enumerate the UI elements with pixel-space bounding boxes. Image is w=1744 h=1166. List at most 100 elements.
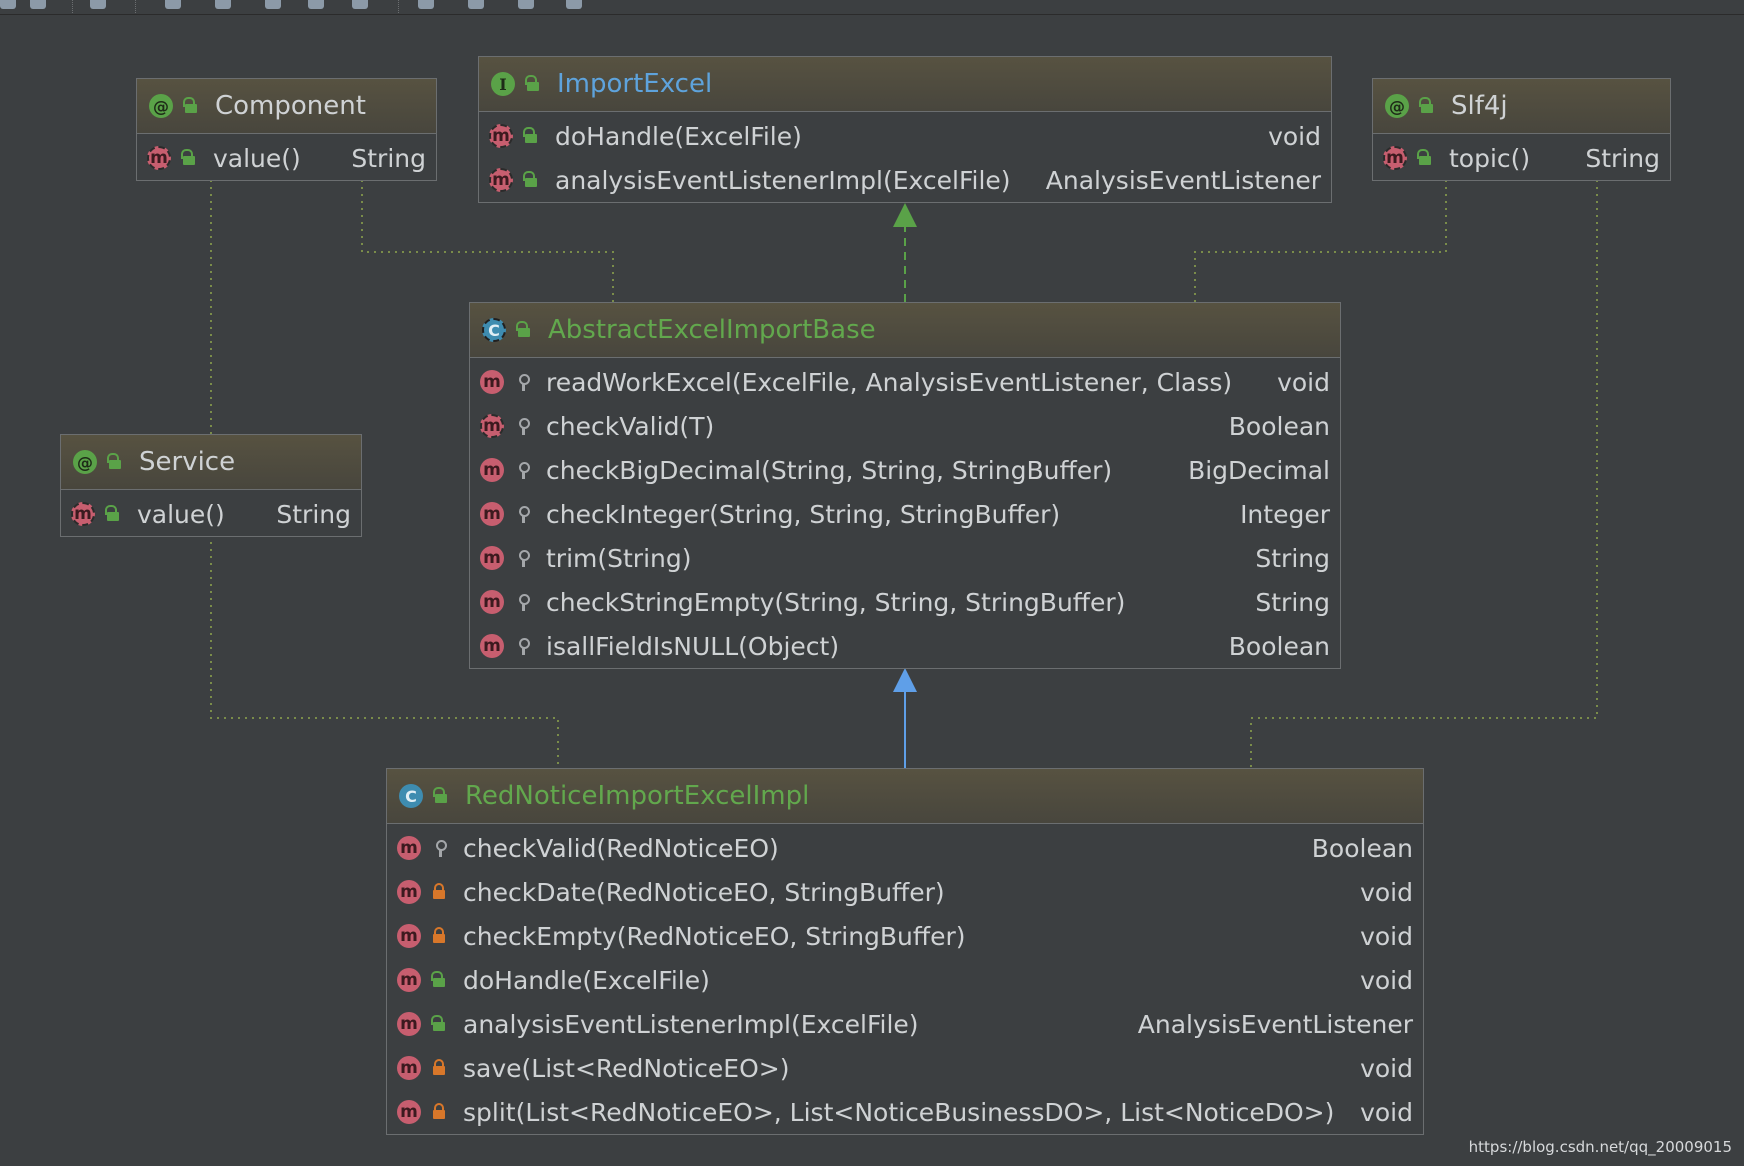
member-row[interactable]: m isallFieldIsNULL(Object) Boolean — [470, 624, 1340, 668]
private-visibility-icon — [431, 1102, 447, 1122]
member-row[interactable]: m checkEmpty(RedNoticeEO, StringBuffer) … — [387, 914, 1423, 958]
member-signature: analysisEventListenerImpl(ExcelFile) — [555, 165, 1011, 195]
annotation-icon: @ — [73, 450, 97, 474]
member-signature: isallFieldIsNULL(Object) — [546, 631, 840, 661]
node-abstract-excel-import-base[interactable]: C AbstractExcelImportBase m readWorkExce… — [469, 302, 1341, 669]
protected-visibility-icon — [431, 838, 447, 858]
private-visibility-icon — [431, 882, 447, 902]
node-header: C RedNoticeImportExcelImpl — [387, 769, 1423, 824]
interface-icon: I — [491, 72, 515, 96]
abstract-method-icon: m — [71, 502, 95, 526]
abstract-method-icon: m — [489, 168, 513, 192]
node-header: C AbstractExcelImportBase — [470, 303, 1340, 358]
member-signature: analysisEventListenerImpl(ExcelFile) — [463, 1009, 919, 1039]
method-icon: m — [397, 880, 421, 904]
member-row[interactable]: m topic() String — [1373, 136, 1670, 180]
member-signature: topic() — [1449, 143, 1531, 173]
member-signature: value() — [137, 499, 225, 529]
method-icon: m — [480, 634, 504, 658]
public-visibility-icon — [525, 74, 541, 94]
member-signature: checkStringEmpty(String, String, StringB… — [546, 587, 1126, 617]
node-title: Slf4j — [1451, 91, 1508, 121]
annotation-icon: @ — [1385, 94, 1409, 118]
method-icon: m — [397, 1012, 421, 1036]
node-component[interactable]: @ Component m value() String — [136, 78, 437, 181]
member-signature: checkDate(RedNoticeEO, StringBuffer) — [463, 877, 945, 907]
public-visibility-icon — [431, 1014, 447, 1034]
member-return-type: AnalysisEventListener — [1045, 165, 1321, 195]
member-return-type: void — [1277, 367, 1330, 397]
member-return-type: Integer — [1240, 499, 1330, 529]
protected-visibility-icon — [514, 548, 530, 568]
member-row[interactable]: m readWorkExcel(ExcelFile, AnalysisEvent… — [470, 360, 1340, 404]
member-return-type: void — [1360, 965, 1413, 995]
method-icon: m — [397, 836, 421, 860]
member-signature: readWorkExcel(ExcelFile, AnalysisEventLi… — [546, 367, 1233, 397]
method-icon: m — [480, 458, 504, 482]
implements-arrow-head — [893, 203, 917, 227]
node-title: RedNoticeImportExcelImpl — [465, 781, 810, 811]
member-signature: checkEmpty(RedNoticeEO, StringBuffer) — [463, 921, 966, 951]
member-return-type: Boolean — [1228, 631, 1330, 661]
member-return-type: AnalysisEventListener — [1137, 1009, 1413, 1039]
node-title: Component — [215, 91, 366, 121]
node-title: Service — [139, 447, 236, 477]
extends-arrow-head — [893, 668, 917, 692]
member-row[interactable]: m analysisEventListenerImpl(ExcelFile) A… — [387, 1002, 1423, 1046]
node-header: @ Component — [137, 79, 436, 134]
member-row[interactable]: m doHandle(ExcelFile) void — [479, 114, 1331, 158]
public-visibility-icon — [1419, 96, 1435, 116]
class-icon: C — [399, 784, 423, 808]
public-visibility-icon — [523, 170, 539, 190]
member-row[interactable]: m doHandle(ExcelFile) void — [387, 958, 1423, 1002]
abstract-method-icon: m — [489, 124, 513, 148]
member-row[interactable]: m split(List<RedNoticeEO>, List<NoticeBu… — [387, 1090, 1423, 1134]
member-signature: checkBigDecimal(String, String, StringBu… — [546, 455, 1113, 485]
public-visibility-icon — [433, 786, 449, 806]
public-visibility-icon — [183, 96, 199, 116]
protected-visibility-icon — [514, 372, 530, 392]
public-visibility-icon — [105, 504, 121, 524]
node-red-notice-import-excel-impl[interactable]: C RedNoticeImportExcelImpl m checkValid(… — [386, 768, 1424, 1135]
method-icon: m — [397, 968, 421, 992]
member-row[interactable]: m checkDate(RedNoticeEO, StringBuffer) v… — [387, 870, 1423, 914]
member-row[interactable]: m checkValid(RedNoticeEO) Boolean — [387, 826, 1423, 870]
abstract-class-icon: C — [482, 318, 506, 342]
member-row[interactable]: m analysisEventListenerImpl(ExcelFile) A… — [479, 158, 1331, 202]
node-title: ImportExcel — [557, 69, 713, 99]
private-visibility-icon — [431, 926, 447, 946]
public-visibility-icon — [107, 452, 123, 472]
member-return-type: Boolean — [1311, 833, 1413, 863]
member-row[interactable]: m value() String — [137, 136, 436, 180]
abstract-method-icon: m — [1383, 146, 1407, 170]
member-signature: checkValid(T) — [546, 411, 715, 441]
member-signature: doHandle(ExcelFile) — [555, 121, 802, 151]
member-row[interactable]: m value() String — [61, 492, 361, 536]
node-header: @ Service — [61, 435, 361, 490]
member-signature: checkValid(RedNoticeEO) — [463, 833, 779, 863]
method-icon: m — [480, 502, 504, 526]
watermark-url: https://blog.csdn.net/qq_20009015 — [1468, 1138, 1732, 1156]
member-return-type: void — [1360, 1053, 1413, 1083]
member-row[interactable]: m trim(String) String — [470, 536, 1340, 580]
member-signature: trim(String) — [546, 543, 692, 573]
member-row[interactable]: m save(List<RedNoticeEO>) void — [387, 1046, 1423, 1090]
member-signature: split(List<RedNoticeEO>, List<NoticeBusi… — [463, 1097, 1335, 1127]
annotation-icon: @ — [149, 94, 173, 118]
node-import-excel[interactable]: I ImportExcel m doHandle(ExcelFile) void… — [478, 56, 1332, 203]
member-row[interactable]: m checkInteger(String, String, StringBuf… — [470, 492, 1340, 536]
method-icon: m — [397, 924, 421, 948]
member-row[interactable]: m checkBigDecimal(String, String, String… — [470, 448, 1340, 492]
node-slf4j[interactable]: @ Slf4j m topic() String — [1372, 78, 1671, 181]
abstract-method-icon: m — [480, 414, 504, 438]
member-row[interactable]: m checkValid(T) Boolean — [470, 404, 1340, 448]
member-row[interactable]: m checkStringEmpty(String, String, Strin… — [470, 580, 1340, 624]
member-signature: checkInteger(String, String, StringBuffe… — [546, 499, 1061, 529]
node-title: AbstractExcelImportBase — [548, 315, 876, 345]
member-return-type: void — [1360, 877, 1413, 907]
member-return-type: void — [1268, 121, 1321, 151]
method-icon: m — [397, 1056, 421, 1080]
node-service[interactable]: @ Service m value() String — [60, 434, 362, 537]
node-header: I ImportExcel — [479, 57, 1331, 112]
member-return-type: String — [1585, 143, 1660, 173]
